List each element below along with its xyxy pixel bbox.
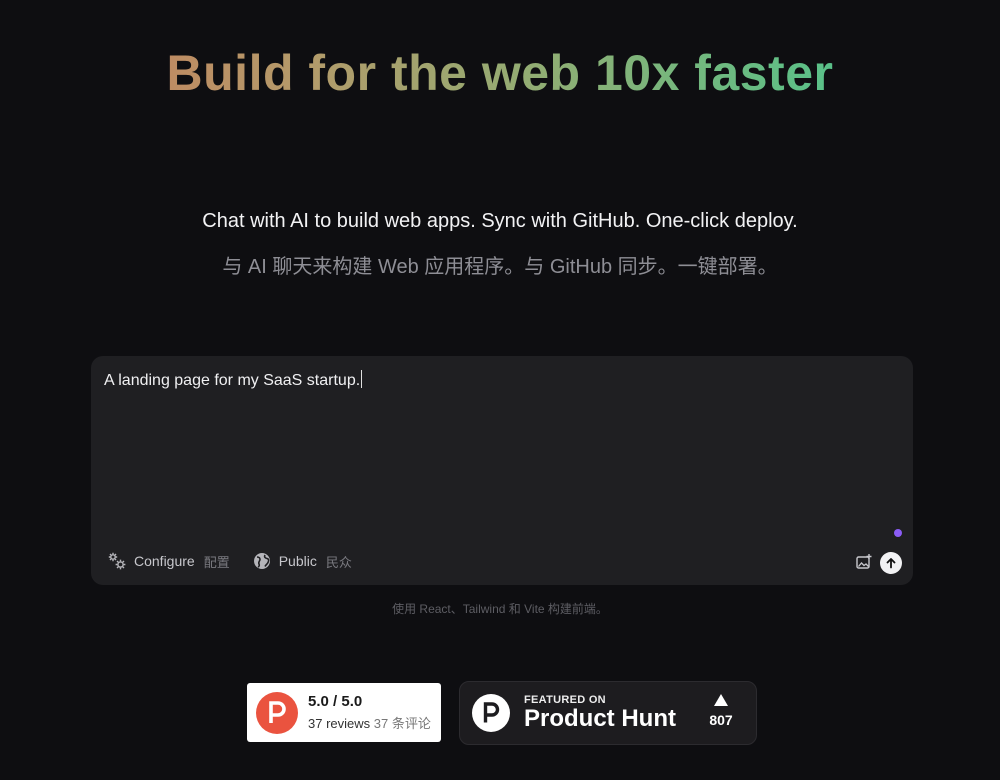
arrow-up-icon xyxy=(886,558,896,569)
upvote-count: 807 xyxy=(709,712,733,728)
product-hunt-name: Product Hunt xyxy=(524,705,676,732)
upvote-arrow-icon xyxy=(714,694,728,706)
upvote-counter: 807 xyxy=(706,694,736,728)
gears-icon xyxy=(107,551,127,571)
stack-note: 使用 React、Tailwind 和 Vite 构建前端。 xyxy=(392,602,608,616)
prompt-input-value: A landing page for my SaaS startup. xyxy=(104,372,361,389)
rating-reviews-count: 37 reviews xyxy=(308,716,371,731)
public-label: Public xyxy=(278,553,317,569)
text-caret xyxy=(361,370,363,388)
page: Build for the web 10x faster Chat with A… xyxy=(0,0,1000,780)
public-label-translation: 民众 xyxy=(325,554,352,570)
hero-subtitle: Chat with AI to build web apps. Sync wit… xyxy=(202,210,798,232)
public-button[interactable]: Public 民众 xyxy=(252,551,352,571)
globe-icon xyxy=(252,551,272,571)
letter-p-icon xyxy=(483,702,500,723)
product-hunt-text: FEATURED ON Product Hunt xyxy=(524,694,676,732)
rating-badge[interactable]: 5.0 / 5.0 37 reviews 37 条评论 xyxy=(247,683,441,742)
letter-p-icon xyxy=(269,700,286,723)
rating-reviews-translation: 37 条评论 xyxy=(373,716,431,731)
prompt-input[interactable]: A landing page for my SaaS startup. xyxy=(104,370,894,390)
prompt-toolbar: Configure 配置 Public 民众 xyxy=(107,549,374,573)
rating-score: 5.0 / 5.0 xyxy=(308,693,363,710)
prompt-box: A landing page for my SaaS startup. Conf… xyxy=(91,356,913,585)
hero-subtitle-translation: 与 AI 聊天来构建 Web 应用程序。与 GitHub 同步。一键部署。 xyxy=(222,256,778,278)
status-dot xyxy=(894,529,902,537)
rating-text: 5.0 / 5.0 37 reviews 37 条评论 xyxy=(308,693,431,732)
configure-label-translation: 配置 xyxy=(203,554,230,570)
configure-label: Configure xyxy=(134,553,195,569)
image-upload-icon xyxy=(856,554,872,569)
configure-button[interactable]: Configure 配置 xyxy=(107,551,230,571)
send-button[interactable] xyxy=(880,552,902,574)
hero-title: Build for the web 10x faster xyxy=(0,44,1000,102)
image-upload-button[interactable] xyxy=(855,553,873,571)
product-hunt-logo xyxy=(472,694,510,732)
rating-reviews: 37 reviews 37 条评论 xyxy=(308,713,431,732)
product-hunt-badge[interactable]: FEATURED ON Product Hunt 807 xyxy=(459,681,757,745)
product-hunt-logo xyxy=(256,691,298,734)
